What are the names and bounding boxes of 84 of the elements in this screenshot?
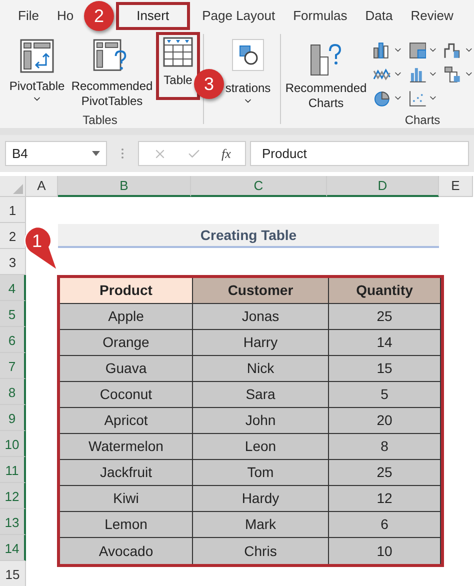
pivot-table-icon: [20, 39, 54, 73]
sheet-title: Creating Table: [58, 224, 439, 248]
scatter-chart-icon[interactable]: [408, 89, 426, 107]
corner-triangle-icon: [13, 184, 23, 194]
ribbon-tab[interactable]: Review: [402, 2, 462, 30]
grip-icon: [121, 148, 124, 159]
table-icon: [163, 37, 193, 67]
table-cell: Guava: [60, 356, 193, 382]
column-header[interactable]: A: [26, 176, 58, 197]
row-header[interactable]: 4: [0, 275, 26, 301]
table-cell: Apricot: [60, 408, 193, 434]
row-header[interactable]: 13: [0, 509, 26, 535]
table-cell: 10: [329, 538, 441, 564]
table-cell: Tom: [193, 460, 329, 486]
row-header[interactable]: 11: [0, 457, 26, 483]
table-cell: Sara: [193, 382, 329, 408]
column-heading: Customer: [193, 278, 329, 304]
ribbon-tab[interactable]: Ho: [48, 2, 82, 30]
shapes-icon: [232, 39, 264, 71]
column-header[interactable]: B: [58, 176, 191, 197]
ribbon-tab[interactable]: Insert: [116, 2, 190, 30]
row-header[interactable]: 6: [0, 327, 26, 353]
group-label: Tables: [82, 112, 118, 129]
table-cell: 20: [329, 408, 441, 434]
table-cell: 6: [329, 512, 441, 538]
name-box[interactable]: B4: [5, 141, 107, 166]
table-cell: Nick: [193, 356, 329, 382]
table-cell: Hardy: [193, 486, 329, 512]
ribbon-button[interactable]: Recommended Charts: [281, 36, 371, 114]
pie-chart-icon[interactable]: [373, 89, 391, 107]
statistic-chart-icon[interactable]: [408, 65, 426, 83]
row-header[interactable]: 2: [0, 223, 26, 249]
column-header[interactable]: C: [191, 176, 327, 197]
formula-input[interactable]: Product: [250, 141, 469, 166]
row-header[interactable]: 5: [0, 301, 26, 327]
table-cell: Leon: [193, 434, 329, 460]
dropdown-icon: [92, 151, 100, 156]
combo-chart-icon[interactable]: [444, 65, 462, 83]
table-cell: Jackfruit: [60, 460, 193, 486]
ribbon-tab[interactable]: File: [10, 2, 47, 30]
row-header[interactable]: 1: [0, 197, 26, 223]
table-cell: Watermelon: [60, 434, 193, 460]
table-cell: 25: [329, 460, 441, 486]
ribbon-tab[interactable]: Formulas: [285, 2, 356, 30]
column-heading: Product: [60, 278, 193, 304]
table-cell: 12: [329, 486, 441, 512]
column-chart-icon[interactable]: [373, 41, 391, 59]
column-header[interactable]: D: [327, 176, 439, 197]
row-header[interactable]: 12: [0, 483, 26, 509]
table-cell: 14: [329, 330, 441, 356]
table-cell: Coconut: [60, 382, 193, 408]
table-cell: Lemon: [60, 512, 193, 538]
row-header[interactable]: 7: [0, 353, 26, 379]
row-header[interactable]: 9: [0, 405, 26, 431]
row-header[interactable]: 8: [0, 379, 26, 405]
ribbon-button[interactable]: PivotTable: [6, 34, 68, 112]
ribbon-tab[interactable]: Data: [357, 2, 401, 30]
table-cell: 25: [329, 304, 441, 330]
table-cell: Avocado: [60, 538, 193, 564]
row-header[interactable]: 3: [0, 249, 26, 275]
table-cell: Orange: [60, 330, 193, 356]
table-cell: Chris: [193, 538, 329, 564]
table-cell: Kiwi: [60, 486, 193, 512]
bar-chart-question-icon: [310, 41, 342, 77]
table-cell: 5: [329, 382, 441, 408]
table-cell: Jonas: [193, 304, 329, 330]
table-cell: Harry: [193, 330, 329, 356]
column-header[interactable]: E: [439, 176, 473, 197]
table-cell: Apple: [60, 304, 193, 330]
ribbon-tab[interactable]: Page Layout: [194, 2, 284, 30]
insert-function-button[interactable]: fx: [222, 144, 231, 164]
ribbon-button[interactable]: Table: [156, 32, 200, 100]
table-cell: John: [193, 408, 329, 434]
table-cell: Mark: [193, 512, 329, 538]
ribbon-button[interactable]: Recommended PivotTables: [70, 34, 154, 112]
column-heading: Quantity: [329, 278, 441, 304]
hierarchy-chart-icon[interactable]: [408, 41, 426, 59]
table-cell: 15: [329, 356, 441, 382]
row-header[interactable]: 15: [0, 561, 26, 586]
row-header[interactable]: 14: [0, 535, 26, 561]
group-label: Charts: [404, 112, 442, 129]
table-cell: 8: [329, 434, 441, 460]
row-header[interactable]: 10: [0, 431, 26, 457]
waterfall-chart-icon[interactable]: [444, 41, 462, 59]
